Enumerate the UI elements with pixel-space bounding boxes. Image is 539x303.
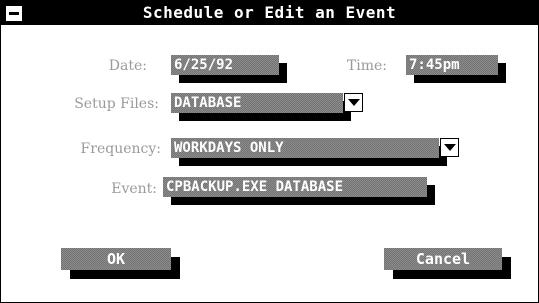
date-label: Date: — [108, 58, 147, 74]
schedule-event-dialog: Schedule or Edit an Event Date: 6/25/92 … — [0, 0, 539, 303]
cancel-button[interactable]: Cancel — [384, 248, 502, 270]
system-menu-icon[interactable] — [5, 5, 23, 22]
date-field[interactable]: 6/25/92 — [171, 55, 279, 75]
frequency-label: Frequency: — [80, 141, 161, 157]
frequency-dropdown[interactable]: WORKDAYS ONLY — [171, 138, 439, 158]
event-label: Event: — [111, 181, 157, 197]
time-field[interactable]: 7:45pm — [406, 55, 498, 75]
frequency-dropdown-button[interactable] — [440, 138, 459, 157]
time-label: Time: — [346, 58, 387, 74]
title-bar[interactable]: Schedule or Edit an Event — [1, 1, 538, 25]
setup-files-label: Setup Files: — [74, 96, 159, 112]
ok-button[interactable]: OK — [61, 248, 171, 270]
setup-files-dropdown-button[interactable] — [344, 93, 363, 112]
dialog-title: Schedule or Edit an Event — [142, 3, 397, 22]
event-field[interactable]: CPBACKUP.EXE DATABASE — [163, 177, 427, 197]
setup-files-dropdown[interactable]: DATABASE — [171, 93, 343, 113]
